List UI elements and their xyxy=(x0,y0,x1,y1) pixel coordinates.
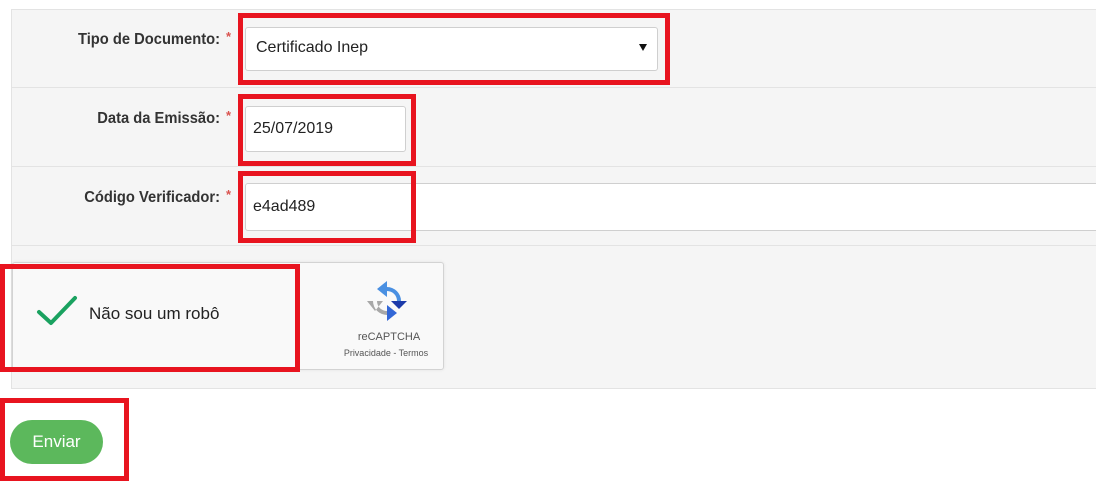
caret-down-icon xyxy=(639,44,647,51)
recaptcha-label: Não sou um robô xyxy=(89,304,220,323)
verification-code-label: Código Verificador: xyxy=(84,189,220,206)
row-divider xyxy=(11,245,1096,246)
document-type-selected: Certificado Inep xyxy=(256,39,369,56)
row-divider xyxy=(11,87,1096,88)
required-marker: * xyxy=(226,108,232,123)
required-marker: * xyxy=(226,187,232,202)
required-marker: * xyxy=(226,29,232,44)
document-type-select[interactable]: Certificado Inep xyxy=(245,27,658,71)
row-divider xyxy=(11,166,1096,167)
submit-button[interactable]: Enviar xyxy=(10,420,103,464)
recaptcha-logo-icon xyxy=(367,281,407,321)
checkmark-icon[interactable] xyxy=(36,294,78,328)
document-type-label: Tipo de Documento: xyxy=(77,31,220,48)
recaptcha-privacy-terms-links[interactable]: Privacidade - Termos xyxy=(316,348,456,358)
recaptcha-widget[interactable]: Não sou um robô reCAPTCHA Privacidade - … xyxy=(12,262,444,370)
recaptcha-brand: reCAPTCHA xyxy=(357,331,421,343)
verification-code-input[interactable] xyxy=(245,183,1096,231)
issue-date-input[interactable] xyxy=(245,106,406,152)
issue-date-label: Data da Emissão: xyxy=(97,110,220,127)
page: Tipo de Documento: * Certificado Inep Da… xyxy=(0,0,1096,481)
